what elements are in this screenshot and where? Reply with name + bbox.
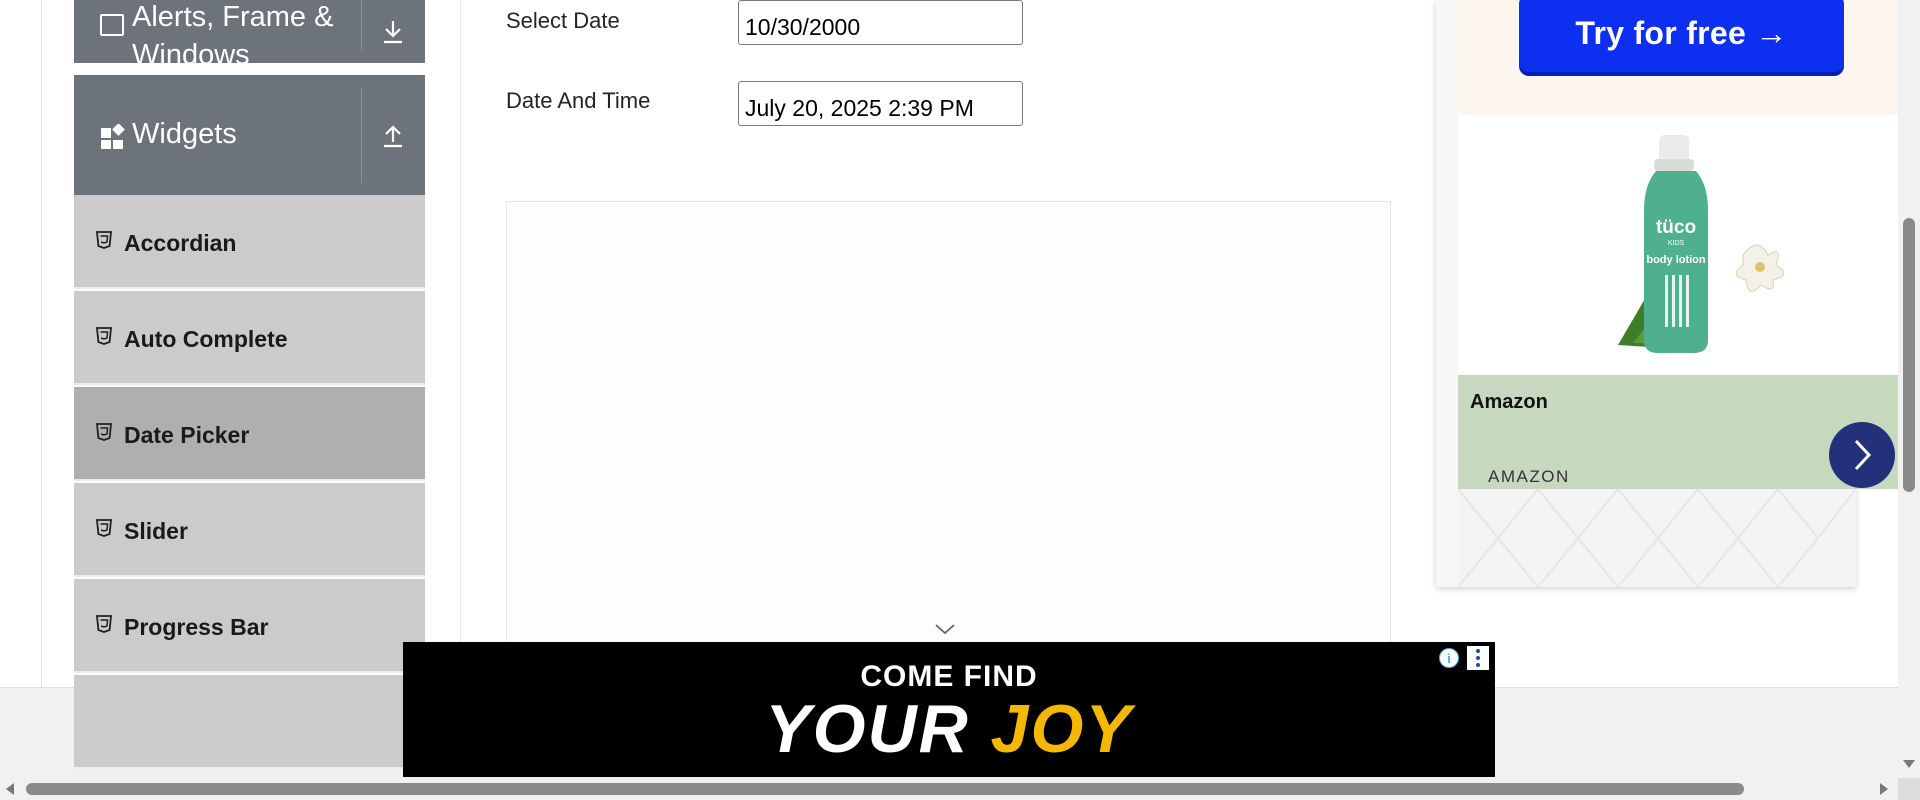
sidebar-item-date-picker[interactable]: Date Picker <box>74 387 425 481</box>
sidebar-item-accordian[interactable]: Accordian <box>74 195 425 289</box>
content-divider <box>460 0 461 687</box>
vertical-scrollbar[interactable] <box>1898 0 1920 778</box>
html5-icon <box>96 231 112 249</box>
product-domain: AMAZON <box>1488 467 1570 486</box>
try-for-free-button[interactable]: Try for free → <box>1519 0 1844 72</box>
ad-menu-icon[interactable] <box>1467 646 1489 670</box>
sidebar-item-slider[interactable]: Slider <box>74 483 425 577</box>
horizontal-scroll-thumb[interactable] <box>26 783 1744 795</box>
sidebar-item-next[interactable] <box>74 675 425 769</box>
page-viewport: Alerts, Frame & Windows Widgets Accordia… <box>0 0 1898 778</box>
date-time-input[interactable] <box>738 81 1023 126</box>
page-border <box>41 0 42 687</box>
banner-tagline: YOUR JOY <box>403 690 1495 768</box>
product-info: Amazon AMAZON <box>1458 375 1898 489</box>
group-label: Alerts, Frame & Windows <box>132 1 334 71</box>
group-label: Widgets <box>132 118 237 150</box>
product-go-button[interactable] <box>1829 422 1895 488</box>
scroll-right-arrow-icon[interactable] <box>1880 783 1888 795</box>
group-header-widgets[interactable]: Widgets <box>74 75 425 195</box>
date-time-label: Date And Time <box>506 88 651 113</box>
banner-headline: COME FIND <box>860 660 1038 693</box>
select-date-input[interactable] <box>738 0 1023 45</box>
sidebar-item-label: Date Picker <box>124 422 250 448</box>
html5-icon <box>96 327 112 345</box>
bottle-sub-text: KIDS <box>1668 240 1685 247</box>
horizontal-scrollbar[interactable] <box>0 778 1898 800</box>
bottle-brand-text: tüco <box>1656 217 1696 238</box>
ad-pattern-background <box>1458 489 1856 587</box>
scroll-down-arrow-icon[interactable] <box>1903 760 1915 768</box>
banner-ad[interactable]: COME FIND YOUR JOY i <box>403 642 1495 777</box>
group-header-alerts[interactable]: Alerts, Frame & Windows <box>74 0 425 71</box>
select-date-label: Select Date <box>506 8 620 33</box>
chevron-right-icon <box>1854 439 1872 471</box>
ad-placeholder <box>506 201 1391 687</box>
widgets-icon <box>101 124 125 149</box>
product-ad-card[interactable]: tüco KIDS body lotion Amazon AMAZON <box>1458 115 1898 489</box>
sidebar: Alerts, Frame & Windows Widgets Accordia… <box>74 0 425 769</box>
banner-word-joy: JOY <box>990 691 1133 767</box>
product-brand: Amazon <box>1470 391 1548 413</box>
lotion-bottle-image: tüco KIDS body lotion <box>1618 135 1785 353</box>
html5-icon <box>96 615 112 633</box>
html5-icon <box>96 423 112 441</box>
vertical-scroll-thumb[interactable] <box>1903 218 1915 492</box>
sidebar-item-label: Slider <box>124 518 188 544</box>
sidebar-item-label: Progress Bar <box>124 614 269 640</box>
product-image: tüco KIDS body lotion <box>1458 115 1898 375</box>
sidebar-item-label: Auto Complete <box>124 326 288 352</box>
scroll-left-arrow-icon[interactable] <box>6 783 14 795</box>
group-toggle-button[interactable] <box>361 75 425 195</box>
group-toggle-button[interactable] <box>361 0 425 63</box>
sidebar-item-auto-complete[interactable]: Auto Complete <box>74 291 425 385</box>
scrollbar-corner <box>1898 778 1920 800</box>
html5-icon <box>96 519 112 537</box>
sidebar-item-progress-bar[interactable]: Progress Bar <box>74 579 425 673</box>
sidebar-item-label: Accordian <box>124 230 237 256</box>
download-icon <box>384 20 402 43</box>
window-icon <box>100 14 124 36</box>
ad-info-icon[interactable]: i <box>1439 648 1459 668</box>
bottle-name-text: body lotion <box>1646 254 1706 266</box>
banner-word-your: YOUR <box>765 691 970 767</box>
upload-icon <box>384 125 402 148</box>
chevron-down-icon[interactable] <box>934 622 956 636</box>
